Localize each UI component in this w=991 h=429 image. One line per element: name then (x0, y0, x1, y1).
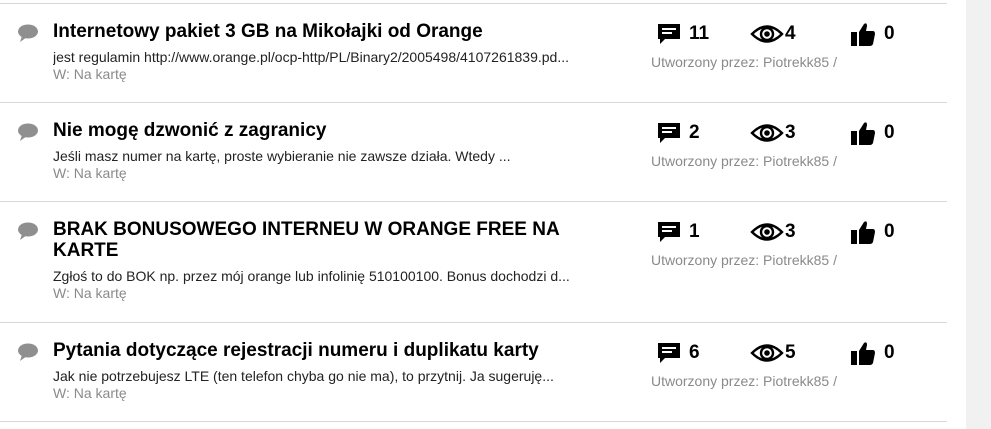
likes-stat[interactable]: 0 (850, 21, 895, 47)
replies-count: 11 (689, 23, 710, 44)
thread-item: Pytania dotyczące rejestracji numeru i d… (0, 323, 947, 422)
likes-count: 0 (884, 23, 895, 44)
thread-creator[interactable]: Utworzony przez: Piotrekk85 / (651, 373, 837, 390)
thread-board[interactable]: W: Na kartę (53, 165, 127, 182)
likes-count: 0 (884, 122, 895, 143)
thread-title[interactable]: Nie mogę dzwonić z zagranicy (53, 120, 613, 141)
comment-icon (658, 222, 680, 242)
thread-item: Internetowy pakiet 3 GB na Mikołajki od … (0, 4, 947, 103)
eye-icon (750, 25, 784, 43)
thumbs-up-icon (851, 342, 875, 365)
likes-stat[interactable]: 0 (850, 219, 895, 245)
thread-title[interactable]: Pytania dotyczące rejestracji numeru i d… (53, 340, 613, 361)
likes-stat[interactable]: 0 (850, 340, 895, 366)
thread-excerpt: Jak nie potrzebujesz LTE (ten telefon ch… (53, 368, 554, 384)
thread-board[interactable]: W: Na kartę (53, 285, 127, 302)
speech-bubble-icon (18, 343, 38, 361)
thread-excerpt: Zgłoś to do BOK np. przez mój orange lub… (53, 268, 570, 284)
thumbs-up-icon (851, 23, 875, 46)
views-count: 3 (785, 221, 796, 242)
replies-stat: 6 (657, 340, 700, 366)
scrollbar-track[interactable] (966, 0, 991, 429)
replies-stat: 1 (657, 219, 700, 245)
thread-excerpt: Jeśli masz numer na kartę, proste wybier… (53, 148, 511, 164)
replies-count: 1 (689, 221, 700, 242)
thread-creator[interactable]: Utworzony przez: Piotrekk85 / (651, 252, 837, 269)
speech-bubble-icon (18, 123, 38, 141)
likes-count: 0 (884, 342, 895, 363)
replies-count: 6 (689, 342, 700, 363)
views-stat: 4 (750, 21, 796, 47)
views-stat: 5 (750, 340, 796, 366)
views-count: 5 (785, 342, 796, 363)
replies-count: 2 (689, 122, 700, 143)
thumbs-up-icon (851, 122, 875, 145)
speech-bubble-icon (18, 222, 38, 240)
thread-title[interactable]: Internetowy pakiet 3 GB na Mikołajki od … (53, 21, 613, 42)
views-stat: 3 (750, 219, 796, 245)
comment-icon (658, 24, 680, 44)
views-count: 3 (785, 122, 796, 143)
replies-stat: 2 (657, 120, 700, 146)
thread-excerpt: jest regulamin http://www.orange.pl/ocp-… (53, 49, 570, 65)
comment-icon (658, 343, 680, 363)
eye-icon (750, 223, 784, 241)
thread-item: BRAK BONUSOWEGO INTERNEU W ORANGE FREE N… (0, 202, 947, 323)
thread-title[interactable]: BRAK BONUSOWEGO INTERNEU W ORANGE FREE N… (53, 219, 598, 261)
likes-count: 0 (884, 221, 895, 242)
thread-creator[interactable]: Utworzony przez: Piotrekk85 / (651, 54, 837, 71)
replies-stat: 11 (657, 21, 709, 47)
thread-board[interactable]: W: Na kartę (53, 385, 127, 402)
likes-stat[interactable]: 0 (850, 120, 895, 146)
thumbs-up-icon (851, 221, 875, 244)
thread-board[interactable]: W: Na kartę (53, 66, 127, 83)
views-stat: 3 (750, 120, 796, 146)
thread-creator[interactable]: Utworzony przez: Piotrekk85 / (651, 153, 837, 170)
views-count: 4 (785, 23, 796, 44)
thread-item: Nie mogę dzwonić z zagranicy Jeśli masz … (0, 103, 947, 202)
speech-bubble-icon (18, 24, 38, 42)
eye-icon (750, 344, 784, 362)
eye-icon (750, 124, 784, 142)
comment-icon (658, 123, 680, 143)
